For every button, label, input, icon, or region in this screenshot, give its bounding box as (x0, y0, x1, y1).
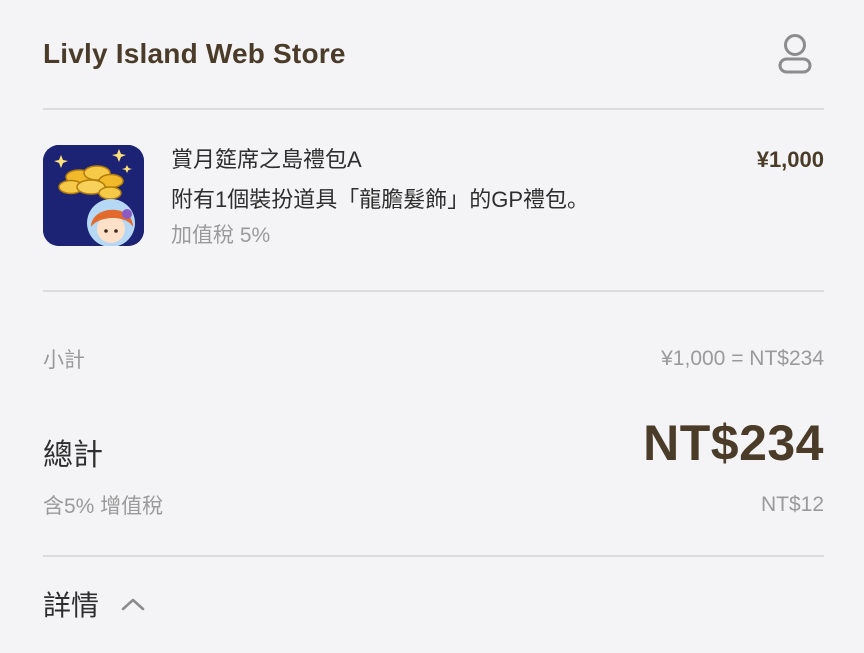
cart-item: 賞月筵席之島禮包A ¥1,000 附有1個裝扮道具「龍膽髮飾」的GP禮包。 加值… (43, 110, 824, 292)
account-button[interactable] (772, 31, 818, 77)
store-header: Livly Island Web Store (43, 0, 824, 110)
subtotal-row: 小計 ¥1,000 = NT$234 (43, 344, 824, 374)
details-toggle[interactable]: 詳情 (43, 557, 824, 651)
store-title: Livly Island Web Store (43, 38, 346, 69)
product-tax-note: 加值稅 5% (171, 224, 271, 247)
gold-coins-character-icon (43, 145, 144, 246)
order-summary: 小計 ¥1,000 = NT$234 總計 NT$234 含5% 增值稅 NT$… (43, 292, 824, 557)
product-thumbnail (43, 145, 144, 246)
product-info: 賞月筵席之島禮包A ¥1,000 附有1個裝扮道具「龍膽髮飾」的GP禮包。 加值… (171, 145, 824, 251)
vat-value: NT$12 (760, 493, 824, 516)
product-price: ¥1,000 (756, 147, 824, 172)
total-label: 總計 (43, 439, 103, 472)
vat-row: 含5% 增值稅 NT$12 (43, 490, 824, 520)
subtotal-label: 小計 (43, 349, 85, 372)
subtotal-value: ¥1,000 = NT$234 (661, 347, 824, 370)
checkout-panel: Livly Island Web Store 賞月筵席之島禮包A ¥1,000 … (43, 0, 824, 651)
product-description: 附有1個裝扮道具「龍膽髮飾」的GP禮包。 (171, 187, 590, 212)
details-label: 詳情 (43, 590, 100, 621)
total-value: NT$234 (643, 415, 824, 471)
user-icon (778, 34, 812, 74)
chevron-up-icon (121, 592, 145, 616)
product-name: 賞月筵席之島禮包A (171, 147, 362, 172)
total-row: 總計 NT$234 (43, 412, 824, 474)
vat-label: 含5% 增值稅 (43, 495, 164, 518)
